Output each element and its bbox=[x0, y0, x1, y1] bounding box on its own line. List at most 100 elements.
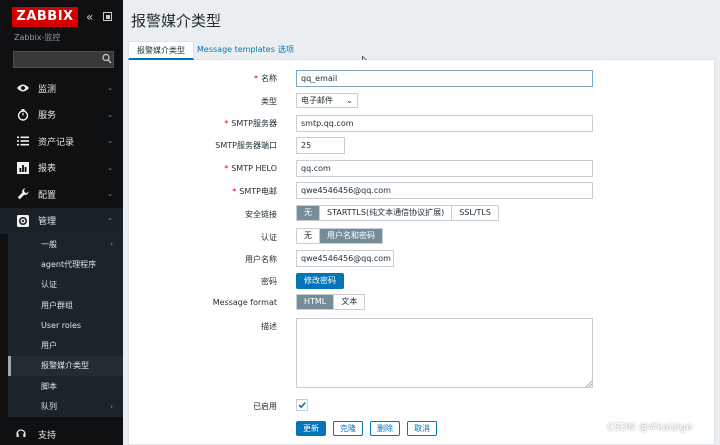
wrench-icon bbox=[16, 187, 30, 201]
chevron-up-icon: ⌃ bbox=[107, 216, 113, 225]
description-label: 描述 bbox=[261, 322, 277, 331]
clone-button[interactable]: 克隆 bbox=[333, 421, 363, 436]
username-input[interactable]: qwe4546456@qq.com bbox=[296, 250, 394, 267]
list-icon bbox=[16, 134, 30, 148]
smtp-server-label: * SMTP服务器 bbox=[224, 118, 277, 129]
menu-item-inventory[interactable]: 资产记录 ⌄ bbox=[0, 128, 123, 155]
smtp-helo-label-text: SMTP HELO bbox=[231, 164, 277, 173]
submenu-item-label: 脚本 bbox=[41, 381, 57, 391]
administration-submenu: 一般 › agent代理程序 认证 用户群组 User roles 用户 报警媒… bbox=[8, 234, 123, 417]
submenu-item-label: 一般 bbox=[41, 239, 57, 249]
menu-item-label: 资产记录 bbox=[38, 137, 75, 148]
password-label: 密码 bbox=[261, 277, 277, 286]
username-label: 用户名称 bbox=[245, 255, 277, 264]
chevron-right-icon: › bbox=[110, 402, 113, 411]
chevron-down-icon: ⌄ bbox=[107, 110, 113, 119]
auth-label: 认证 bbox=[261, 233, 277, 242]
submenu-item-scripts[interactable]: 脚本 bbox=[8, 376, 123, 396]
type-select-value: 电子邮件 bbox=[301, 96, 333, 105]
submenu-item-proxies[interactable]: agent代理程序 bbox=[8, 254, 123, 274]
security-option-starttls[interactable]: STARTTLS(纯文本通信协议扩展) bbox=[320, 206, 453, 220]
smtp-helo-input[interactable]: qq.com bbox=[296, 160, 593, 177]
support-label: 支持 bbox=[38, 431, 57, 441]
submenu-item-label: 队列 bbox=[41, 402, 57, 412]
search-icon[interactable] bbox=[102, 53, 112, 65]
resize-handle-icon[interactable] bbox=[585, 380, 593, 388]
collapse-sidebar-icon[interactable]: « bbox=[86, 10, 93, 24]
smtp-server-input[interactable]: smtp.qq.com bbox=[296, 115, 593, 132]
chevron-right-icon: › bbox=[110, 240, 113, 249]
smtp-email-label-text: SMTP电邮 bbox=[239, 187, 277, 196]
smtp-port-input[interactable]: 25 bbox=[296, 137, 345, 154]
type-label: 类型 bbox=[261, 97, 277, 106]
message-format-label: Message format bbox=[212, 298, 277, 307]
type-select[interactable]: 电子邮件 ⌄ bbox=[296, 93, 358, 108]
menu-item-monitoring[interactable]: 监测 ⌄ bbox=[0, 75, 123, 102]
zabbix-logo[interactable]: ZABBIX bbox=[12, 7, 78, 27]
chevron-down-icon: ⌄ bbox=[107, 137, 113, 145]
update-button[interactable]: 更新 bbox=[296, 421, 326, 436]
sidebar-header: ZABBIX « Zabbix-监控 bbox=[0, 0, 123, 47]
menu-item-label: 服务 bbox=[38, 111, 57, 122]
media-type-form: * 名称 qq_email 类型 电子邮件 ⌄ * SMTP服务器 smtp.qq.… bbox=[128, 60, 715, 445]
menu-item-reports[interactable]: 报表 ⌄ bbox=[0, 155, 123, 182]
smtp-port-label: SMTP服务器端口 bbox=[215, 141, 277, 150]
enabled-label: 已启用 bbox=[253, 402, 277, 411]
tab-options[interactable]: 选项 bbox=[270, 41, 302, 60]
submenu-item-queue[interactable]: 队列 › bbox=[8, 396, 123, 416]
cancel-button[interactable]: 取消 bbox=[407, 421, 437, 436]
submenu-item-users[interactable]: 用户 bbox=[8, 335, 123, 355]
submenu-item-general[interactable]: 一般 › bbox=[8, 234, 123, 254]
menu-item-services[interactable]: 服务 ⌄ bbox=[0, 102, 123, 129]
name-label-text: 名称 bbox=[261, 74, 277, 83]
security-label: 安全链接 bbox=[245, 210, 277, 219]
tab-message-templates[interactable]: Message templates bbox=[189, 41, 283, 60]
enabled-checkbox[interactable] bbox=[296, 399, 308, 411]
auth-toggle: 无 用户名和密码 bbox=[296, 228, 383, 244]
sidebar-search-input[interactable] bbox=[13, 51, 114, 68]
format-option-text[interactable]: 文本 bbox=[334, 295, 365, 309]
support-link[interactable]: 支持 bbox=[16, 428, 56, 441]
menu-item-label: 监测 bbox=[38, 84, 57, 95]
submenu-item-user-groups[interactable]: 用户群组 bbox=[8, 295, 123, 315]
message-format-toggle: HTML 文本 bbox=[296, 294, 366, 310]
chevron-down-icon: ⌄ bbox=[107, 163, 113, 172]
auth-option-none[interactable]: 无 bbox=[297, 229, 320, 243]
tab-media-type[interactable]: 报警媒介类型 bbox=[128, 41, 194, 60]
eye-icon bbox=[16, 81, 30, 95]
submenu-item-label: 报警媒介类型 bbox=[41, 361, 89, 371]
security-option-ssl[interactable]: SSL/TLS bbox=[452, 206, 498, 220]
name-input[interactable]: qq_email bbox=[296, 70, 593, 87]
security-option-none[interactable]: 无 bbox=[297, 206, 320, 220]
submenu-item-label: 认证 bbox=[41, 280, 57, 290]
clock-icon bbox=[16, 108, 30, 122]
smtp-server-label-text: SMTP服务器 bbox=[231, 119, 277, 128]
submenu-item-user-roles[interactable]: User roles bbox=[8, 315, 123, 335]
security-toggle: 无 STARTTLS(纯文本通信协议扩展) SSL/TLS bbox=[296, 205, 499, 221]
kiosk-mode-icon[interactable] bbox=[103, 12, 112, 21]
submenu-item-label: 用户 bbox=[41, 341, 57, 351]
menu-item-administration[interactable]: 管理 ⌃ bbox=[0, 207, 123, 234]
submenu-item-label: User roles bbox=[41, 320, 82, 330]
required-marker: * bbox=[224, 119, 229, 128]
tab-bar: 报警媒介类型 Message templates 选项 bbox=[128, 41, 715, 60]
submenu-item-authentication[interactable]: 认证 bbox=[8, 275, 123, 295]
required-marker: * bbox=[232, 187, 237, 196]
smtp-helo-label: * SMTP HELO bbox=[224, 164, 277, 173]
menu-item-label: 配置 bbox=[38, 190, 57, 201]
gear-icon bbox=[16, 214, 30, 228]
required-marker: * bbox=[254, 74, 258, 83]
sidebar: ZABBIX « Zabbix-监控 监测 ⌄ 服务 ⌄ 资产记录 ⌄ 报表 ⌄… bbox=[0, 0, 123, 445]
change-password-button[interactable]: 修改密码 bbox=[296, 273, 344, 289]
submenu-item-media-types[interactable]: 报警媒介类型 bbox=[8, 355, 123, 377]
delete-button[interactable]: 删除 bbox=[370, 421, 400, 436]
smtp-email-input[interactable]: qwe4546456@qq.com bbox=[296, 182, 593, 199]
format-option-html[interactable]: HTML bbox=[297, 295, 335, 309]
menu-item-configuration[interactable]: 配置 ⌄ bbox=[0, 181, 123, 208]
auth-option-username-password[interactable]: 用户名和密码 bbox=[320, 229, 382, 243]
main-content: 报警媒介类型 报警媒介类型 Message templates 选项 * 名称 q… bbox=[123, 0, 720, 445]
main-menu: 监测 ⌄ 服务 ⌄ 资产记录 ⌄ 报表 ⌄ 配置 ⌄ 管理 ⌃ bbox=[0, 75, 123, 234]
chevron-down-icon: ⌄ bbox=[346, 96, 353, 105]
description-textarea[interactable] bbox=[296, 318, 593, 388]
server-name: Zabbix-监控 bbox=[14, 33, 61, 42]
